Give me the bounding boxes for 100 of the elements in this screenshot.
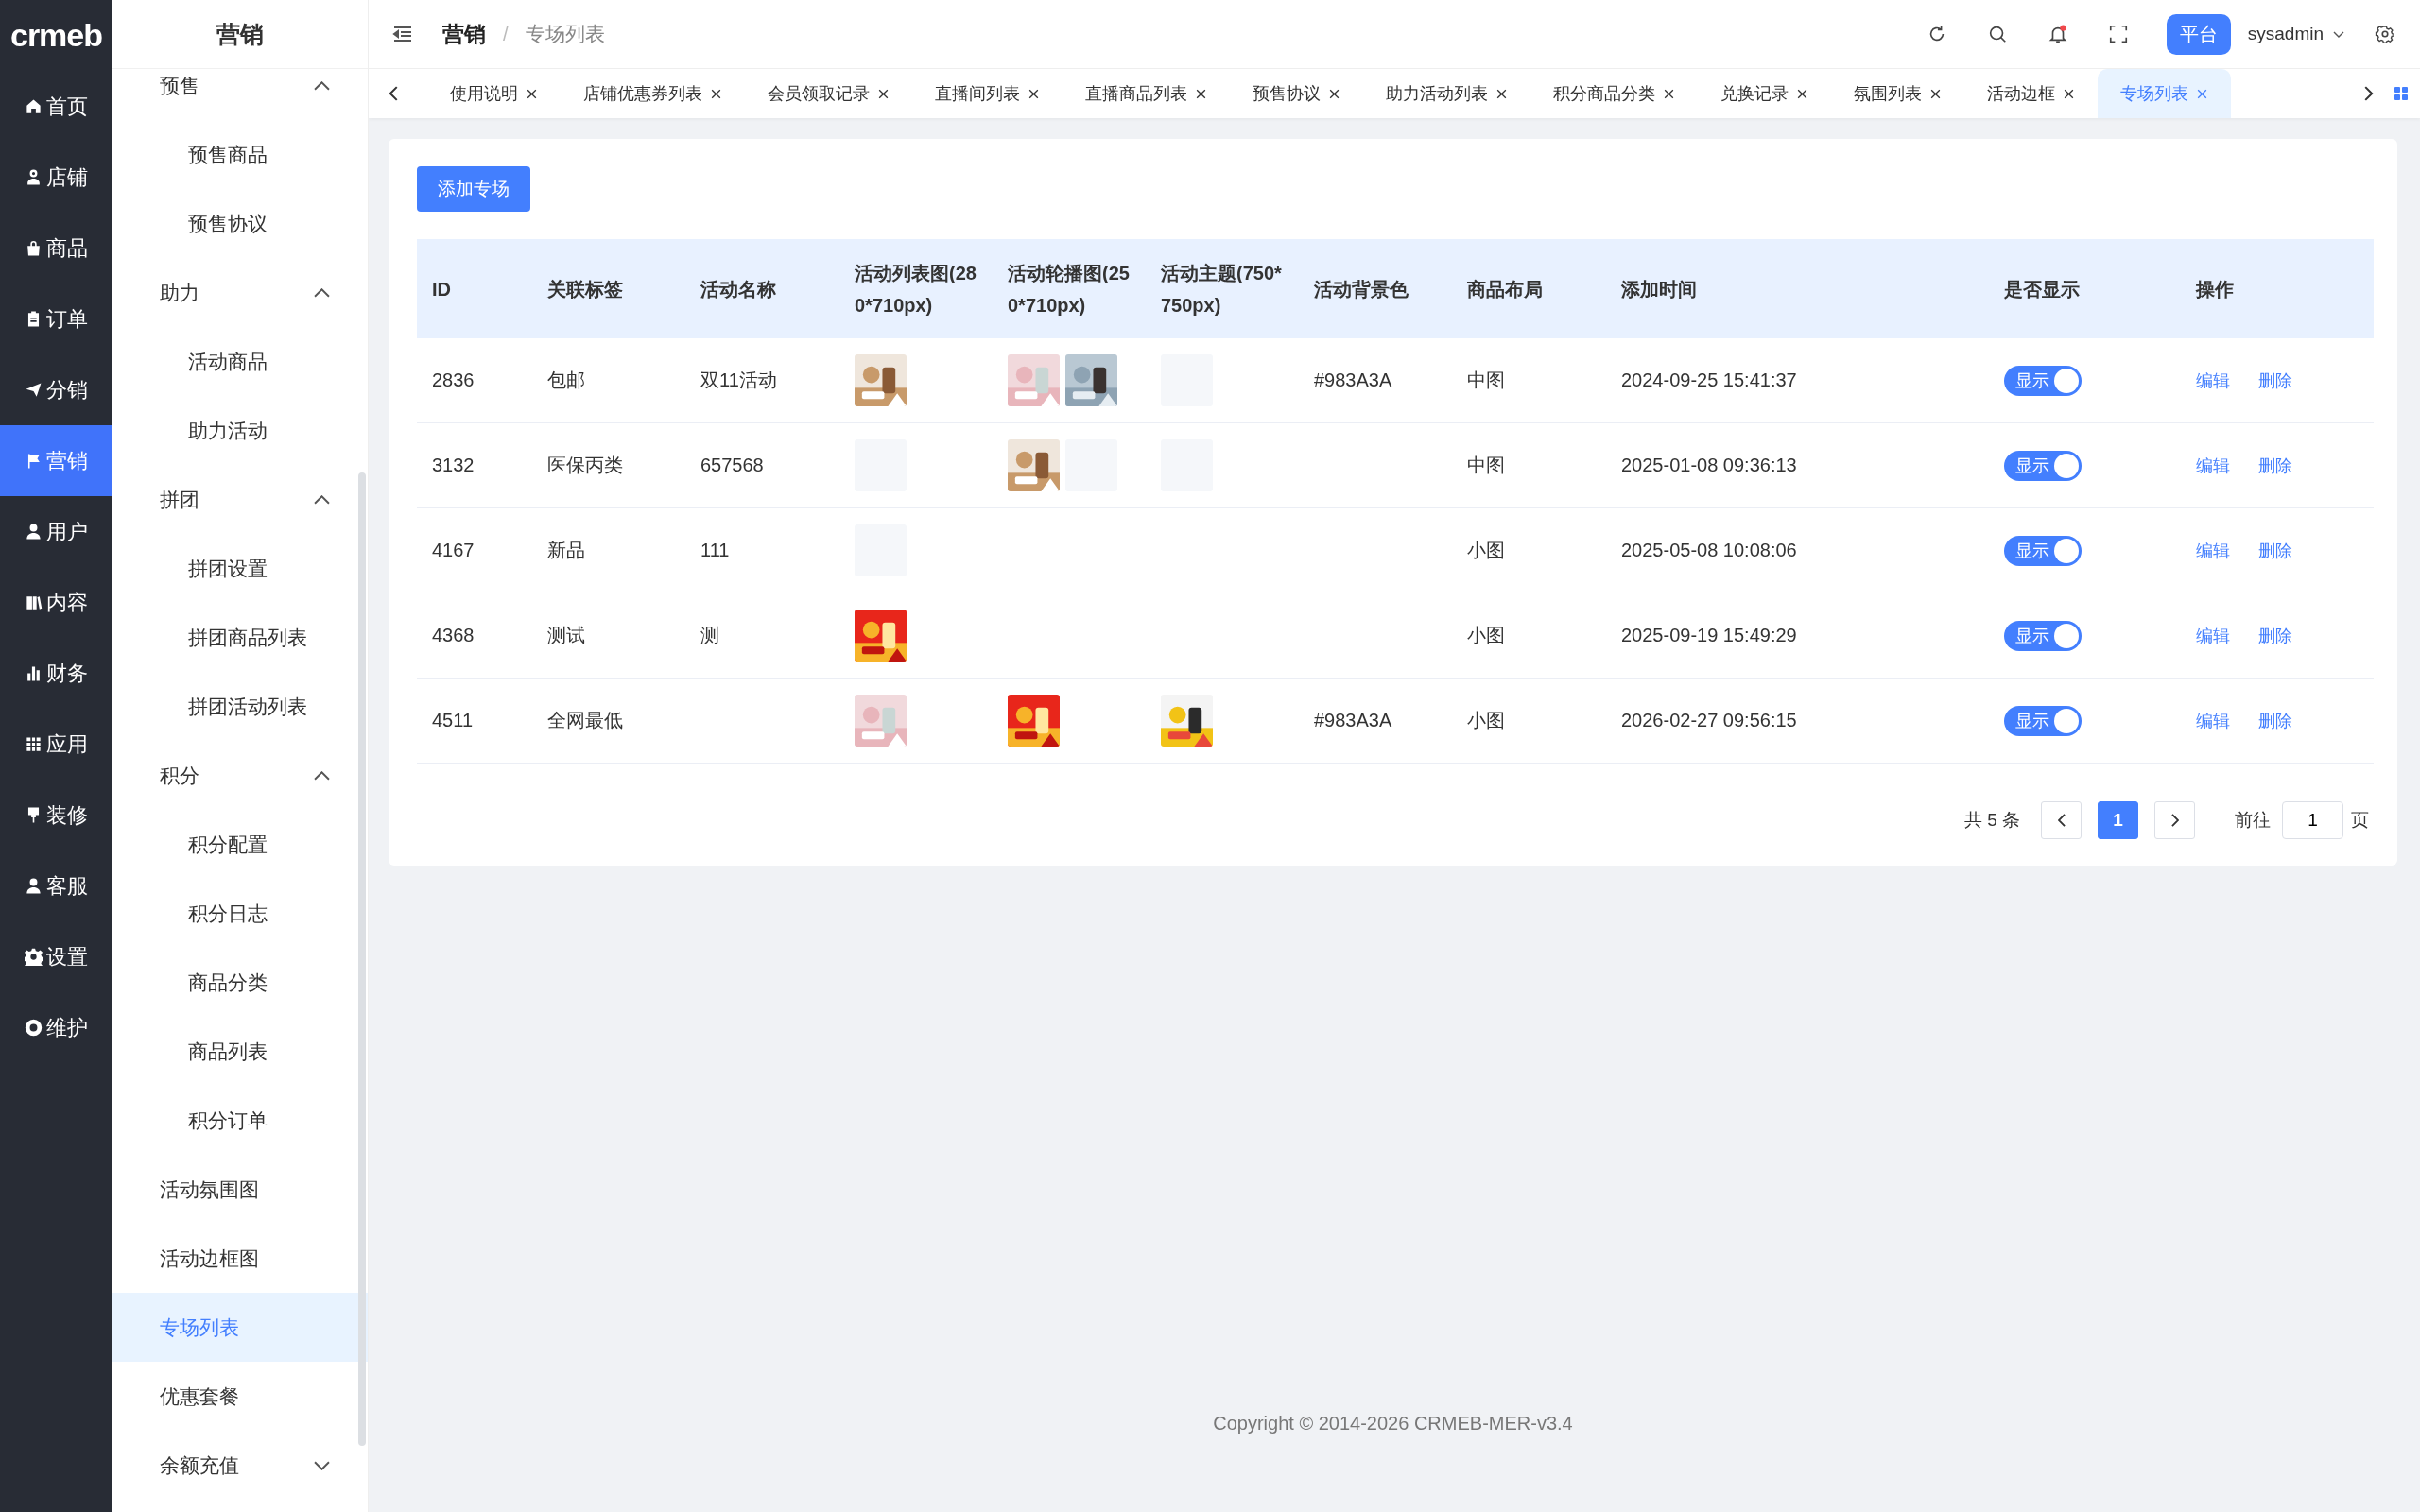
column-header: 活动名称 — [685, 239, 839, 338]
close-icon[interactable] — [710, 87, 722, 100]
menu-group[interactable]: 拼团 — [112, 465, 368, 534]
close-icon[interactable] — [877, 87, 890, 100]
toggle-switch[interactable]: 显示 — [2004, 450, 2082, 481]
close-icon[interactable] — [526, 87, 538, 100]
table-cell: 医保丙类 — [532, 422, 685, 508]
table-cell: 小图 — [1452, 593, 1606, 679]
copyright-text: Copyright © 2014-2026 CRMEB-MER-v3.4 — [1212, 1413, 1574, 1435]
next-page-button[interactable] — [2154, 801, 2195, 839]
bell-icon[interactable] — [2047, 24, 2068, 44]
menu-item[interactable]: 拼团商品列表 — [112, 603, 368, 672]
close-icon[interactable] — [1495, 87, 1508, 100]
paper-plane-icon — [25, 381, 43, 399]
nav-item[interactable]: 用户 — [0, 496, 112, 567]
action-link[interactable]: 编辑 — [2196, 454, 2230, 477]
column-header: 活动列表图(280*710px) — [839, 239, 993, 338]
table-cell: 4167 — [417, 507, 532, 593]
tab[interactable]: 直播间列表 — [912, 69, 1063, 118]
action-link[interactable]: 编辑 — [2196, 624, 2230, 647]
menu-item[interactable]: 优惠套餐 — [112, 1362, 368, 1431]
action-link[interactable]: 删除 — [2258, 454, 2292, 477]
close-icon[interactable] — [1195, 87, 1207, 100]
chevron-left-icon — [2057, 814, 2066, 827]
menu-item[interactable]: 预售商品 — [112, 120, 368, 189]
close-icon[interactable] — [1929, 87, 1942, 100]
table-cell: 2836 — [417, 338, 532, 423]
close-icon[interactable] — [1663, 87, 1675, 100]
menu-item[interactable]: 积分订单 — [112, 1086, 368, 1155]
nav-item[interactable]: 财务 — [0, 638, 112, 709]
nav-item[interactable]: 订单 — [0, 284, 112, 354]
tab[interactable]: 会员领取记录 — [745, 69, 912, 118]
close-icon[interactable] — [1328, 87, 1340, 100]
page-unit: 页 — [2351, 809, 2369, 832]
nav-item[interactable]: 店铺 — [0, 142, 112, 213]
tab[interactable]: 活动边框 — [1964, 69, 2098, 118]
toggle-switch[interactable]: 显示 — [2004, 620, 2082, 651]
table-cell: 包邮 — [532, 338, 685, 423]
menu-item[interactable]: 活动边框图 — [112, 1224, 368, 1293]
menu-item[interactable]: 活动商品 — [112, 327, 368, 396]
nav-item[interactable]: 首页 — [0, 71, 112, 142]
table-cell: 小图 — [1452, 678, 1606, 764]
nav-item[interactable]: 分销 — [0, 354, 112, 425]
tab[interactable]: 兑换记录 — [1698, 69, 1831, 118]
home-icon — [25, 97, 43, 115]
scrollbar[interactable] — [358, 472, 366, 1446]
tab[interactable]: 直播商品列表 — [1063, 69, 1230, 118]
action-link[interactable]: 编辑 — [2196, 369, 2230, 392]
nav-item[interactable]: 客服 — [0, 850, 112, 921]
menu-item[interactable]: 商品分类 — [112, 948, 368, 1017]
menu-item[interactable]: 拼团设置 — [112, 534, 368, 603]
menu-group[interactable]: 余额充值 — [112, 1431, 368, 1500]
menu-item[interactable]: 助力活动 — [112, 396, 368, 465]
nav-item[interactable]: 内容 — [0, 567, 112, 638]
menu-group[interactable]: 助力 — [112, 258, 368, 327]
page-button[interactable]: 1 — [2098, 801, 2138, 839]
close-icon[interactable] — [1028, 87, 1040, 100]
menu-item[interactable]: 积分日志 — [112, 879, 368, 948]
page-input[interactable]: 1 — [2282, 801, 2343, 839]
toggle-switch[interactable]: 显示 — [2004, 535, 2082, 566]
tab[interactable]: 助力活动列表 — [1363, 69, 1530, 118]
nav-item[interactable]: 装修 — [0, 780, 112, 850]
menu-item[interactable]: 拼团活动列表 — [112, 672, 368, 741]
grid-icon — [25, 735, 43, 753]
tab[interactable]: 积分商品分类 — [1530, 69, 1698, 118]
tab[interactable]: 氛围列表 — [1831, 69, 1964, 118]
add-button[interactable]: 添加专场 — [417, 166, 530, 212]
breadcrumb-item[interactable]: 营销 — [442, 19, 486, 49]
platform-button[interactable]: 平台 — [2166, 13, 2231, 55]
close-icon[interactable] — [1796, 87, 1808, 100]
menu-item[interactable]: 预售协议 — [112, 189, 368, 258]
action-link[interactable]: 删除 — [2258, 624, 2292, 647]
menu-item[interactable]: 积分配置 — [112, 810, 368, 879]
table-cell: 测 — [685, 593, 839, 679]
nav-item[interactable]: 应用 — [0, 709, 112, 780]
logo: crmeb — [9, 16, 104, 55]
tab[interactable]: 预售协议 — [1230, 69, 1363, 118]
toggle-switch[interactable]: 显示 — [2004, 365, 2082, 396]
action-link[interactable]: 删除 — [2258, 539, 2292, 562]
nav-item[interactable]: 营销 — [0, 425, 112, 496]
menu-group[interactable]: 积分 — [112, 741, 368, 810]
action-link[interactable]: 编辑 — [2196, 709, 2230, 732]
nav-item[interactable]: 维护 — [0, 992, 112, 1063]
close-icon[interactable] — [2063, 87, 2075, 100]
prev-page-button[interactable] — [2041, 801, 2082, 839]
menu-item[interactable]: 活动氛围图 — [112, 1155, 368, 1224]
tab[interactable]: 店铺优惠券列表 — [561, 69, 745, 118]
action-link[interactable]: 编辑 — [2196, 539, 2230, 562]
nav-item[interactable]: 设置 — [0, 921, 112, 992]
tab[interactable]: 使用说明 — [427, 69, 561, 118]
column-header: 商品布局 — [1452, 239, 1606, 338]
nav-item[interactable]: 商品 — [0, 213, 112, 284]
action-link[interactable]: 删除 — [2258, 369, 2292, 392]
action-link[interactable]: 删除 — [2258, 709, 2292, 732]
fullscreen-icon[interactable] — [2107, 24, 2129, 44]
user-name[interactable]: sysadmin — [2247, 24, 2324, 44]
menu-item[interactable]: 商品列表 — [112, 1017, 368, 1086]
bag-icon — [25, 239, 43, 257]
grid-icon[interactable] — [2394, 86, 2409, 101]
toggle-switch[interactable]: 显示 — [2004, 705, 2082, 736]
